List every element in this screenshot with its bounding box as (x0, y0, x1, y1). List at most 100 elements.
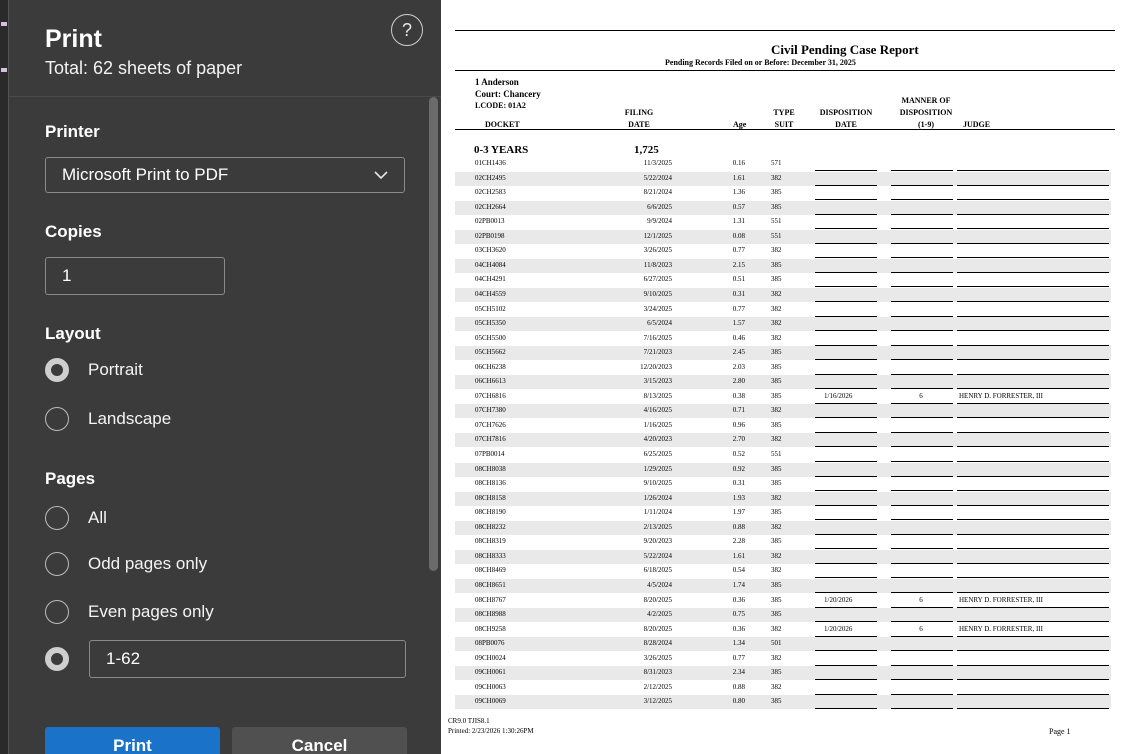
docket-cell: 02PB0013 (475, 217, 505, 226)
age-cell: 1.61 (732, 173, 745, 182)
table-row: 08CH8651 4/5/2024 1.74 385 (455, 578, 1111, 593)
type-suit-cell: 385 (771, 420, 782, 429)
table-row: 08CH8136 9/10/2025 0.31 385 (455, 477, 1111, 492)
printer-value: Microsoft Print to PDF (62, 165, 229, 184)
docket-cell: 07PB0014 (475, 450, 505, 458)
type-suit-cell: 382 (771, 624, 782, 633)
age-cell: 2.15 (732, 260, 745, 269)
filing-date-cell: 2/13/2025 (643, 522, 672, 531)
type-suit-cell: 382 (771, 682, 782, 691)
docket-cell: 06CH6613 (475, 377, 506, 386)
table-row: 02CH2583 8/21/2024 1.36 385 (455, 186, 1111, 201)
filing-date-cell: 4/2/2025 (647, 610, 672, 619)
table-row: 05CH5102 3/24/2025 0.77 382 (455, 303, 1111, 317)
filing-date-cell: 3/24/2025 (643, 304, 672, 313)
age-cell: 0.80 (732, 697, 745, 706)
type-suit-cell: 382 (771, 289, 782, 298)
docket-cell: 08CH8988 (475, 610, 506, 619)
pages-option-all[interactable]: All (45, 505, 107, 531)
all-pages-radio[interactable] (45, 506, 69, 530)
type-suit-cell: 382 (771, 566, 782, 575)
type-suit-cell: 382 (771, 333, 782, 342)
filing-date-cell: 6/6/2025 (647, 202, 672, 211)
cancel-button[interactable]: Cancel (232, 727, 407, 754)
layout-option-portrait[interactable]: Portrait (45, 357, 143, 383)
docket-cell: 04CH4084 (475, 260, 506, 269)
printer-heading: Printer (45, 122, 100, 141)
age-header: Age (733, 120, 747, 129)
judge-cell: HENRY D. FORRESTER, III (959, 624, 1043, 633)
docket-cell: 08CH8136 (475, 479, 506, 488)
age-cell: 0.31 (732, 479, 745, 488)
report-subtitle: Pending Records Filed on or Before: Dece… (665, 58, 856, 67)
filing-date-cell: 12/20/2023 (640, 362, 672, 371)
table-row: 09CH0061 8/31/2023 2.34 385 (455, 666, 1111, 681)
landscape-radio[interactable] (45, 407, 69, 431)
docket-cell: 09CH0063 (475, 682, 506, 691)
docket-cell: 08CH8333 (475, 551, 506, 560)
age-cell: 0.36 (732, 624, 745, 633)
print-button[interactable]: Print (45, 727, 220, 754)
docket-cell: 05CH5350 (475, 319, 506, 328)
table-row: 02CH2495 5/22/2024 1.61 382 (455, 171, 1111, 186)
pages-option-custom[interactable] (45, 646, 69, 672)
filing-date-cell: 6/27/2025 (643, 275, 672, 284)
type-suit-cell: 385 (771, 464, 782, 473)
even-pages-radio[interactable] (45, 600, 69, 624)
header-divider (9, 96, 441, 97)
filing-date-cell: 6/25/2025 (643, 450, 672, 458)
odd-pages-radio[interactable] (45, 552, 69, 576)
copies-input[interactable]: 1 (45, 257, 225, 295)
printer-select[interactable]: Microsoft Print to PDF (45, 157, 405, 193)
print-settings-panel: Print Total: 62 sheets of paper ? Printe… (9, 0, 441, 754)
filing-date-cell: 5/22/2024 (643, 173, 672, 182)
judge-cell: HENRY D. FORRESTER, III (959, 391, 1043, 400)
docket-cell: 03CH3620 (475, 246, 506, 255)
docket-cell: 06CH6238 (475, 362, 506, 371)
table-row: 08CH9258 8/20/2025 0.36 382 1/20/2026 6 HENRY … (455, 623, 1111, 637)
scrollbar-thumb[interactable] (429, 97, 438, 571)
custom-pages-radio[interactable] (45, 647, 69, 671)
table-row: 07CH6816 8/13/2025 0.38 385 1/16/2026 6 HENRY … (455, 390, 1111, 404)
docket-cell: 05CH5500 (475, 333, 506, 342)
portrait-label: Portrait (88, 360, 143, 379)
layout-option-landscape[interactable]: Landscape (45, 406, 171, 432)
age-cell: 0.38 (732, 391, 745, 400)
disposition-date-cell: 1/16/2026 (824, 391, 853, 400)
age-cell: 2.80 (732, 377, 745, 386)
type-suit-cell: 382 (771, 173, 782, 182)
manner-header-1: MANNER OF (901, 96, 951, 105)
table-row: 04CH4559 9/10/2025 0.31 382 (455, 287, 1111, 302)
type-suit-cell: 382 (771, 435, 782, 444)
age-cell: 0.16 (732, 159, 745, 167)
copies-heading: Copies (45, 222, 102, 241)
page-range-input[interactable]: 1-62 (89, 640, 406, 678)
table-row: 02CH2664 6/6/2025 0.57 385 (455, 200, 1111, 215)
docket-cell: 01CH1436 (475, 159, 506, 167)
type-suit-cell: 385 (771, 377, 782, 386)
filing-date-cell: 3/26/2025 (643, 246, 672, 255)
manner-header-2: DISPOSITION (899, 108, 953, 117)
docket-cell: 08CH8190 (475, 508, 506, 517)
age-cell: 0.75 (732, 610, 745, 619)
footer-version: CR9.0 TJIS8.1 (448, 717, 490, 725)
help-icon[interactable]: ? (391, 14, 423, 46)
pages-option-odd[interactable]: Odd pages only (45, 551, 207, 577)
type-header-2: SUIT (774, 120, 794, 129)
age-cell: 1.74 (732, 580, 745, 589)
portrait-radio[interactable] (45, 358, 69, 382)
table-row: 08CH8988 4/2/2025 0.75 385 (455, 608, 1111, 623)
age-cell: 0.46 (732, 333, 745, 342)
filing-date-cell: 8/28/2024 (643, 639, 672, 648)
disposition-date-cell: 1/20/2026 (824, 595, 853, 604)
docket-cell: 08CH9258 (475, 624, 506, 633)
pages-option-even[interactable]: Even pages only (45, 599, 214, 625)
table-row: 08CH8333 5/22/2024 1.61 382 (455, 549, 1111, 564)
footer-page-number: Page 1 (1049, 727, 1071, 736)
age-cell: 0.92 (732, 464, 745, 473)
type-suit-cell: 551 (771, 217, 782, 226)
table-row: 07CH7816 4/20/2023 2.70 382 (455, 433, 1111, 448)
type-suit-cell: 571 (771, 159, 782, 167)
type-header-1: TYPE (773, 108, 795, 117)
age-cell: 1.34 (732, 639, 745, 648)
